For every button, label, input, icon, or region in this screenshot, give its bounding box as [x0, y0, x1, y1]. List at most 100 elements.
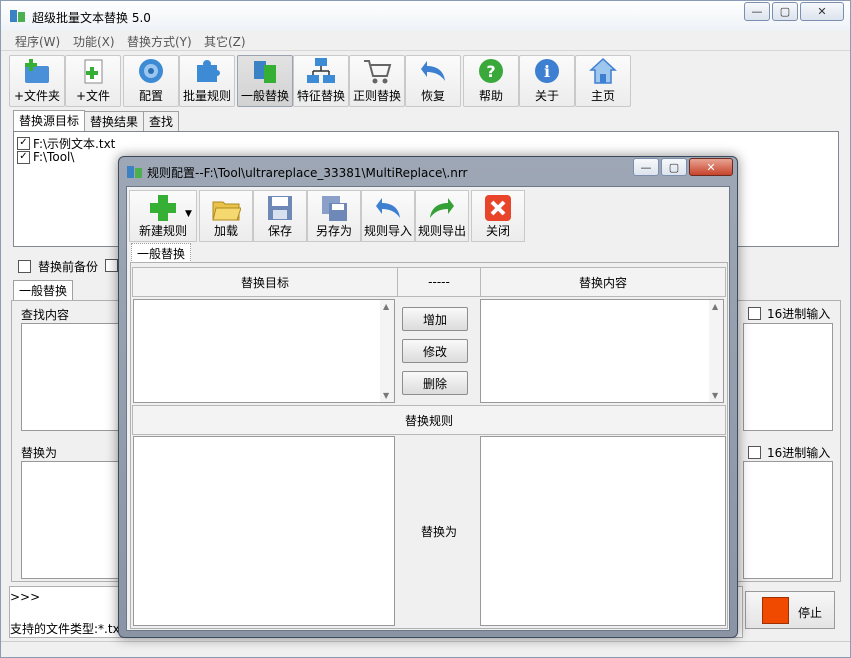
- new-rule-dropdown-arrow-icon[interactable]: ▼: [185, 209, 192, 219]
- supported-file-types: 支持的文件类型:*.txt: [10, 622, 125, 636]
- rules-target-list[interactable]: [133, 436, 395, 626]
- stop-label: 停止: [798, 606, 823, 620]
- replace-hex-checkbox[interactable]: [748, 445, 761, 459]
- status-prompt: >>>: [10, 590, 41, 604]
- replace-input-right[interactable]: [743, 461, 833, 579]
- close-dialog-button[interactable]: 关闭: [471, 190, 525, 242]
- rules-export-button[interactable]: 规则导出: [415, 190, 469, 242]
- open-folder-icon: [212, 201, 241, 221]
- help-icon: ?: [479, 59, 503, 83]
- replace-icon: [254, 61, 276, 83]
- dialog-title: 规则配置--F:\Tool\ultrareplace_33381\MultiRe…: [147, 166, 468, 180]
- stop-icon: [762, 597, 789, 624]
- tab-general-replace[interactable]: 一般替换: [13, 280, 74, 301]
- menu-replace-mode[interactable]: 替换方式(Y): [127, 33, 192, 50]
- toolbar-label: +文件夹: [13, 89, 61, 103]
- restore-button[interactable]: 恢复: [405, 55, 461, 107]
- regex-replace-button[interactable]: 正则替换: [349, 55, 405, 107]
- add-file-button[interactable]: +文件: [65, 55, 121, 107]
- config-button[interactable]: 配置: [123, 55, 179, 107]
- tab-replace-result[interactable]: 替换结果: [84, 111, 145, 132]
- replace-mode-tabs: 一般替换: [13, 280, 74, 302]
- col-header-target: 替换目标: [132, 267, 398, 297]
- delete-button[interactable]: 删除: [402, 371, 468, 395]
- menu-program[interactable]: 程序(W): [15, 33, 60, 50]
- maximize-button[interactable]: ▢: [772, 2, 798, 21]
- toolbar-label: 另存为: [315, 224, 352, 238]
- file-path: F:\示例文本.txt: [33, 136, 116, 151]
- app-icon: [10, 10, 25, 22]
- rules-content-list[interactable]: [480, 436, 726, 626]
- close-button[interactable]: ✕: [800, 2, 844, 21]
- stop-button[interactable]: 停止: [745, 591, 835, 629]
- replace-to-label: 替换为: [420, 524, 457, 539]
- tab-find[interactable]: 查找: [143, 111, 180, 132]
- replace-input[interactable]: [21, 461, 121, 579]
- menu-other[interactable]: 其它(Z): [204, 33, 246, 50]
- batch-rules-button[interactable]: 批量规则: [179, 55, 235, 107]
- add-folder-icon: [25, 59, 49, 83]
- option-checkbox[interactable]: [105, 259, 118, 272]
- title-bar: 超级批量文本替换 5.0 — ▢ ✕: [1, 1, 850, 31]
- save-as-icon: [322, 196, 347, 221]
- toolbar-label: 配置: [138, 89, 163, 103]
- toolbar-label: 一般替换: [240, 89, 289, 103]
- about-button[interactable]: i 关于: [519, 55, 575, 107]
- find-hex-label: 16进制输入: [767, 306, 831, 321]
- find-input-right[interactable]: [743, 323, 833, 431]
- edit-button[interactable]: 修改: [402, 339, 468, 363]
- target-textarea[interactable]: ▲ ▼: [133, 299, 395, 403]
- toolbar-label: 保存: [267, 224, 292, 238]
- find-hex-checkbox[interactable]: [748, 306, 761, 320]
- checkbox-checked[interactable]: ✓: [17, 136, 30, 150]
- dialog-body: 新建规则 ▼ 加载 保存 另存为 规则导入 规则导出 关闭 一般替换 替换目标 …: [126, 186, 730, 631]
- content-textarea[interactable]: ▲ ▼: [480, 299, 724, 403]
- window-title: 超级批量文本替换 5.0: [32, 11, 151, 25]
- content-scrollbar[interactable]: ▲ ▼: [709, 300, 723, 402]
- save-icon: [268, 196, 292, 220]
- backup-option[interactable]: 替换前备份: [18, 259, 98, 274]
- cart-icon: [364, 60, 392, 84]
- find-input[interactable]: [21, 323, 121, 431]
- toolbar-label: 恢复: [420, 89, 445, 103]
- checkbox-checked[interactable]: ✓: [17, 150, 30, 164]
- dialog-maximize-button[interactable]: ▢: [661, 158, 687, 176]
- info-icon: i: [535, 59, 559, 83]
- tab-source-target[interactable]: 替换源目标: [13, 110, 86, 131]
- col-header-content: 替换内容: [480, 267, 726, 297]
- add-folder-button[interactable]: +文件夹: [9, 55, 65, 107]
- replace-hex-option[interactable]: 16进制输入: [748, 445, 831, 460]
- undo-arrow-icon: [421, 61, 445, 81]
- general-replace-button[interactable]: 一般替换: [237, 55, 293, 107]
- close-red-icon: [485, 195, 511, 221]
- replace-hex-label: 16进制输入: [767, 445, 831, 460]
- save-button[interactable]: 保存: [253, 190, 307, 242]
- toolbar-label: 关闭: [485, 224, 510, 238]
- source-tabs: 替换源目标 替换结果 查找: [13, 110, 180, 132]
- find-hex-option[interactable]: 16进制输入: [748, 306, 831, 321]
- rules-import-button[interactable]: 规则导入: [361, 190, 415, 242]
- export-icon: [430, 198, 454, 218]
- toolbar-label: 主页: [590, 89, 615, 103]
- dialog-minimize-button[interactable]: —: [633, 158, 659, 176]
- network-icon: [307, 58, 335, 83]
- help-button[interactable]: ? 帮助: [463, 55, 519, 107]
- save-as-button[interactable]: 另存为: [307, 190, 361, 242]
- feature-replace-button[interactable]: 特征替换: [293, 55, 349, 107]
- dialog-close-button[interactable]: ✕: [689, 158, 733, 176]
- add-button[interactable]: 增加: [402, 307, 468, 331]
- target-scrollbar[interactable]: ▲ ▼: [380, 300, 394, 402]
- toolbar-label: 批量规则: [182, 89, 231, 103]
- find-label: 查找内容: [21, 308, 70, 322]
- menu-bar: 程序(W) 功能(X) 替换方式(Y) 其它(Z): [1, 31, 850, 51]
- toolbar-label: 规则导入: [363, 224, 412, 238]
- home-button[interactable]: 主页: [575, 55, 631, 107]
- file-list-item[interactable]: ✓ F:\示例文本.txt: [17, 136, 838, 151]
- load-button[interactable]: 加载: [199, 190, 253, 242]
- toolbar-label: 加载: [213, 224, 238, 238]
- backup-checkbox[interactable]: [18, 259, 31, 273]
- minimize-button[interactable]: —: [744, 2, 770, 21]
- menu-function[interactable]: 功能(X): [73, 33, 115, 50]
- caption-buttons: — ▢ ✕: [742, 2, 844, 21]
- svg-text:i: i: [544, 62, 550, 81]
